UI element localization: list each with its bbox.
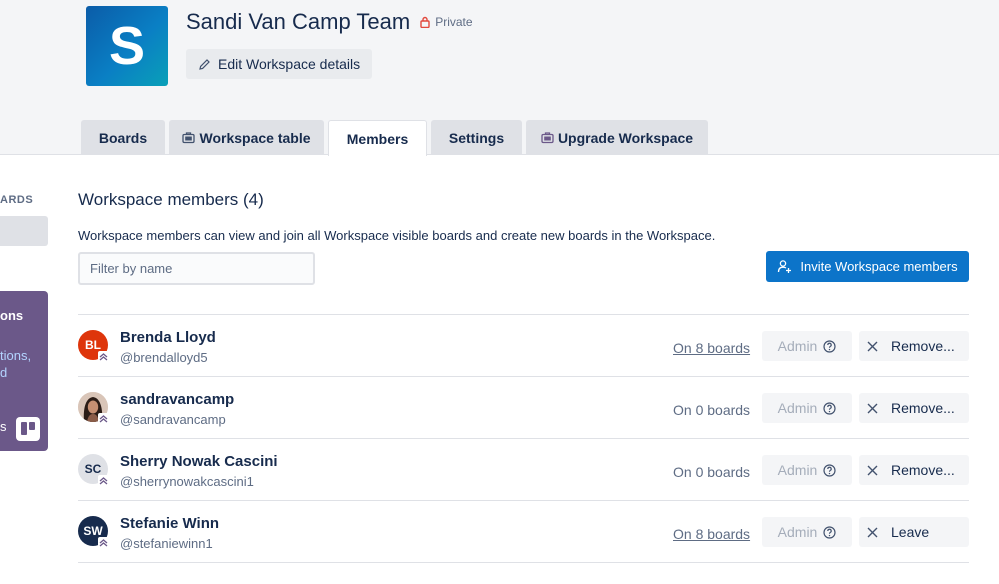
promo-title: ons	[0, 308, 24, 323]
role-label: Admin	[777, 338, 818, 354]
member-name: Sherry Nowak Cascini	[120, 453, 278, 470]
trello-icon	[16, 417, 40, 441]
action-label: Remove...	[891, 400, 955, 416]
member-username: @sandravancamp	[120, 412, 226, 427]
help-icon	[823, 401, 836, 415]
role-label: Admin	[777, 462, 818, 478]
tab-label: Members	[346, 130, 409, 147]
add-user-icon	[778, 260, 792, 273]
remove-member-button[interactable]: Remove...	[859, 331, 969, 361]
promo-link-line: d	[0, 365, 8, 380]
help-icon	[823, 525, 836, 539]
edit-workspace-button[interactable]: Edit Workspace details	[186, 49, 373, 79]
tab-workspace-table[interactable]: Workspace table	[169, 120, 324, 155]
promo-link[interactable]: tions, d	[0, 347, 31, 381]
member-boards-count: On 0 boards	[673, 464, 751, 480]
remove-member-button[interactable]: Remove...	[859, 455, 969, 485]
filter-by-name-input[interactable]	[78, 252, 315, 285]
close-icon	[867, 465, 878, 475]
lock-icon	[420, 16, 430, 28]
member-boards-count: On 0 boards	[673, 402, 751, 418]
admin-badge-icon	[98, 413, 109, 424]
tab-boards[interactable]: Boards	[81, 120, 165, 155]
admin-badge-icon	[98, 351, 109, 362]
privacy-label: Private	[435, 15, 473, 29]
avatar-initials: BL	[85, 338, 101, 352]
help-icon	[823, 339, 836, 353]
admin-badge-icon	[98, 475, 109, 486]
tab-members[interactable]: Members	[328, 120, 427, 156]
admin-badge-icon	[98, 537, 109, 548]
tab-label: Settings	[448, 129, 505, 146]
help-icon	[823, 463, 836, 477]
workspace-tabs: Boards Workspace table Members Settings …	[81, 120, 712, 156]
leave-workspace-button[interactable]: Leave	[859, 517, 969, 547]
pencil-icon	[199, 58, 210, 70]
workspace-logo: S	[86, 6, 168, 86]
workspace-name: Sandi Van Camp Team	[186, 9, 411, 34]
admin-role-button[interactable]: Admin	[762, 517, 852, 547]
promo-footer: s	[0, 419, 7, 434]
workspace-header: S Sandi Van Camp Team Private Edit Works…	[0, 0, 999, 156]
admin-role-button[interactable]: Admin	[762, 331, 852, 361]
avatar-initials: SW	[83, 524, 103, 538]
workspace-title: Sandi Van Camp Team Private	[186, 9, 473, 35]
sidebar-item[interactable]	[0, 216, 48, 246]
member-row: sandravancamp @sandravancamp On 0 boards…	[78, 377, 969, 439]
invite-workspace-members-button[interactable]: Invite Workspace members	[766, 251, 969, 282]
page-title: Workspace members (4)	[78, 190, 264, 209]
close-icon	[867, 527, 878, 537]
tab-label: Boards	[98, 129, 148, 146]
tab-settings[interactable]: Settings	[431, 120, 522, 155]
member-username: @brendalloyd5	[120, 350, 208, 365]
member-row: BL Brenda Lloyd @brendalloyd5 On 8 board…	[78, 315, 969, 377]
privacy-indicator[interactable]: Private	[419, 15, 473, 29]
briefcase-icon	[541, 132, 554, 144]
admin-role-button[interactable]: Admin	[762, 393, 852, 423]
member-boards-link[interactable]: On 8 boards	[673, 526, 750, 542]
sidebar-promo-card[interactable]: ons tions, d s	[0, 291, 48, 451]
role-label: Admin	[777, 524, 818, 540]
action-label: Remove...	[891, 462, 955, 478]
action-label: Leave	[891, 524, 930, 540]
close-icon	[867, 403, 878, 413]
members-list: BL Brenda Lloyd @brendalloyd5 On 8 board…	[78, 314, 969, 563]
briefcase-icon	[182, 132, 196, 144]
member-username: @sherrynowakcascini1	[120, 474, 254, 489]
action-label: Remove...	[891, 338, 955, 354]
member-username: @stefaniewinn1	[120, 536, 213, 551]
member-boards-link[interactable]: On 8 boards	[673, 340, 750, 356]
sidebar-section-label: ARDS	[0, 194, 34, 206]
member-row: SC Sherry Nowak Cascini @sherrynowakcasc…	[78, 439, 969, 501]
tab-label: Upgrade Workspace	[557, 129, 694, 146]
tab-label: Workspace table	[199, 129, 311, 146]
member-name: Stefanie Winn	[120, 515, 220, 532]
invite-label: Invite Workspace members	[800, 259, 958, 274]
role-label: Admin	[777, 400, 818, 416]
members-description: Workspace members can view and join all …	[78, 228, 716, 243]
member-name: sandravancamp	[120, 391, 235, 408]
member-name: Brenda Lloyd	[120, 329, 216, 346]
remove-member-button[interactable]: Remove...	[859, 393, 969, 423]
member-row: SW Stefanie Winn @stefaniewinn1 On 8 boa…	[78, 501, 969, 563]
tab-upgrade-workspace[interactable]: Upgrade Workspace	[526, 120, 708, 155]
close-icon	[867, 341, 878, 351]
avatar-initials: SC	[84, 462, 102, 476]
edit-workspace-label: Edit Workspace details	[218, 56, 361, 72]
admin-role-button[interactable]: Admin	[762, 455, 852, 485]
promo-link-line: tions,	[0, 348, 32, 363]
